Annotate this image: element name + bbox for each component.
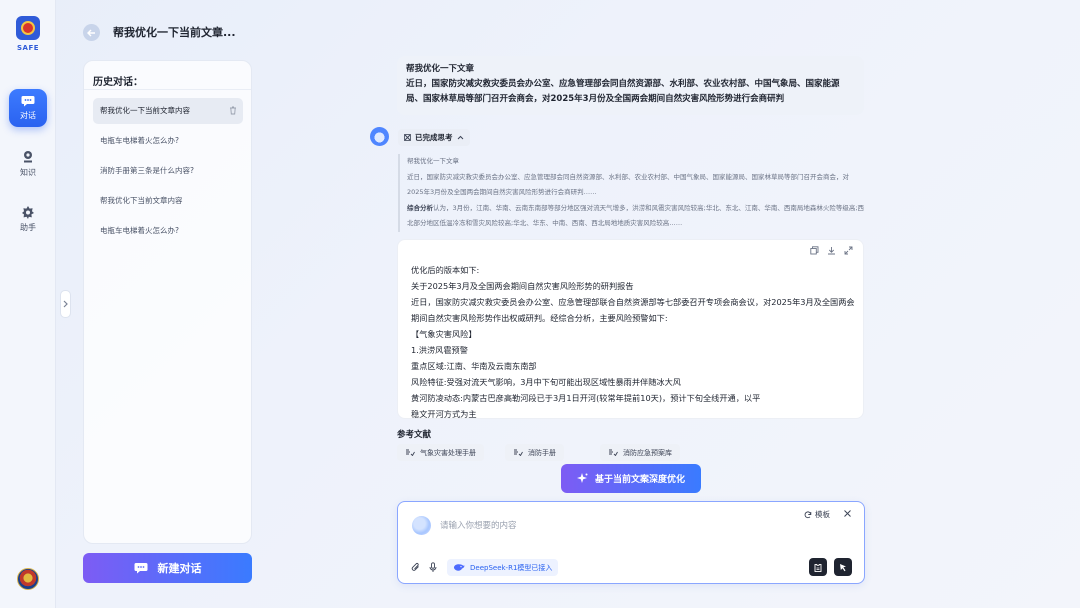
reference-icon (609, 449, 618, 456)
history-item[interactable]: 消防手册第三条是什么内容? (93, 158, 243, 184)
arrow-left-icon (87, 29, 95, 36)
user-message-line: 近日，国家防灾减灾救灾委员会办公室、应急管理部会同自然资源部、水利部、农业农村部… (406, 79, 840, 104)
sparkle-icon (576, 473, 588, 483)
history-title: 历史对话： (93, 77, 143, 88)
composer: 模板 DeepSeek-R1模型已接入 (397, 501, 865, 584)
thinking-line: 近日，国家防灾减灾救灾委员会办公室、应急管理部会同自然资源部、水利部、农业农村部… (407, 172, 849, 197)
copy-icon[interactable] (810, 246, 819, 255)
analysis-text: 认为，3月份，江南、华南、云南东南部等部分地区强对流天气增多，洪涝和风雹灾害风险… (407, 203, 865, 228)
model-badge-label: DeepSeek-R1模型已接入 (470, 563, 553, 572)
input-orb-icon (412, 516, 431, 535)
expand-icon[interactable] (844, 246, 853, 255)
thinking-icon (404, 134, 411, 141)
back-button[interactable] (83, 24, 100, 41)
reference-label: 消防手册 (528, 448, 556, 457)
reference-chip[interactable]: 消防手册 (505, 444, 564, 461)
close-icon[interactable] (843, 509, 852, 518)
history-item[interactable]: 帮我优化一下当前文章内容 (93, 98, 243, 124)
user-avatar[interactable] (17, 568, 39, 590)
answer-line: 稳文开河方式为主 (411, 409, 477, 419)
thinking-toggle[interactable]: 已完成思考 (398, 129, 470, 146)
answer-line: 黄河防凌动态:内蒙古巴彦高勒河段已于3月1日开河(较常年提前10天)，预计下旬全… (411, 393, 761, 403)
reference-chip[interactable]: 气象灾害处理手册 (397, 444, 484, 461)
new-chat-icon (134, 563, 147, 574)
chevron-up-icon (457, 135, 463, 140)
assistant-avatar (370, 127, 389, 146)
rail-item-assistant[interactable]: 助手 (9, 200, 47, 238)
chat-icon (21, 96, 35, 107)
answer-line: 风险特征:受强对流天气影响，3月中下旬可能出现区域性暴雨并伴随冰大风 (411, 377, 681, 387)
answer-content: 优化后的版本如下: 关于2025年3月及全国两会期间自然灾害风险形势的研判报告 … (411, 262, 857, 419)
answer-line: 1.洪涝风雹预警 (411, 345, 468, 355)
app-logo (16, 16, 40, 40)
answer-line: 【气象灾害风险】 (411, 329, 477, 339)
template-button[interactable]: 模板 (804, 509, 830, 520)
history-item[interactable]: 电瓶车电梯着火怎么办? (93, 218, 243, 244)
cursor-icon (840, 563, 846, 571)
history-item[interactable]: 电瓶车电梯着火怎么办? (93, 128, 243, 154)
reference-icon (514, 449, 523, 456)
deep-optimize-button[interactable]: 基于当前文案深度优化 (561, 464, 701, 493)
thinking-status: 已完成思考 (415, 133, 453, 142)
thinking-content: 帮我优化一下文章 近日，国家防灾减灾救灾委员会办公室、应急管理部会同自然资源部、… (398, 154, 864, 232)
reference-label: 气象灾害处理手册 (420, 448, 476, 457)
document-icon (814, 563, 822, 572)
trash-icon[interactable] (229, 106, 237, 115)
new-chat-label: 新建对话 (157, 562, 202, 575)
reference-label: 消防应急预案库 (623, 448, 672, 457)
history-item-label: 帮我优化一下当前文章内容 (100, 106, 190, 115)
microphone-icon[interactable] (429, 562, 437, 573)
deep-optimize-label: 基于当前文案深度优化 (594, 475, 685, 485)
history-item[interactable]: 帮我优化下当前文章内容 (93, 188, 243, 214)
answer-toolbar (810, 246, 853, 255)
model-badge[interactable]: DeepSeek-R1模型已接入 (447, 559, 559, 576)
answer-line: 近日，国家防灾减灾救灾委员会办公室、应急管理部联合自然资源部等七部委召开专项会商… (411, 297, 855, 323)
download-icon[interactable] (827, 246, 836, 255)
document-tool-button[interactable] (809, 558, 827, 576)
rail-item-label: 知识 (20, 168, 36, 177)
cursor-tool-button[interactable] (834, 558, 852, 576)
assistant-icon (22, 206, 34, 219)
history-item-label: 电瓶车电梯着火怎么办? (100, 226, 179, 235)
history-item-label: 消防手册第三条是什么内容? (100, 166, 194, 175)
history-item-label: 帮我优化下当前文章内容 (100, 196, 183, 205)
reference-icon (406, 449, 415, 456)
user-message-line: 帮我优化一下文章 (406, 64, 475, 74)
history-item-label: 电瓶车电梯着火怎么办? (100, 136, 179, 145)
collapse-panel-handle[interactable] (60, 290, 71, 318)
rail-item-label: 对话 (20, 111, 36, 120)
template-label: 模板 (815, 510, 830, 519)
new-chat-button[interactable]: 新建对话 (83, 553, 252, 583)
knowledge-icon (24, 151, 32, 163)
answer-line: 关于2025年3月及全国两会期间自然灾害风险形势的研判报告 (411, 281, 634, 291)
rail-item-knowledge[interactable]: 知识 (9, 145, 47, 183)
message-input[interactable] (440, 518, 740, 534)
chevron-right-icon (63, 300, 68, 308)
answer-card: 优化后的版本如下: 关于2025年3月及全国两会期间自然灾害风险形势的研判报告 … (397, 239, 864, 419)
analysis-label: 综合分析 (407, 203, 433, 212)
history-panel: 历史对话： 帮我优化一下当前文章内容 电瓶车电梯着火怎么办? 消防手册第三条是什… (83, 60, 252, 544)
answer-line: 优化后的版本如下: (411, 265, 480, 275)
rail-item-chat[interactable]: 对话 (9, 89, 47, 127)
reference-chip[interactable]: 消防应急预案库 (600, 444, 680, 461)
deepseek-whale-icon (453, 564, 465, 571)
user-message: 帮我优化一下文章 近日，国家防灾减灾救灾委员会办公室、应急管理部会同自然资源部、… (397, 56, 864, 115)
references-title: 参考文献 (397, 430, 432, 440)
attachment-icon[interactable] (411, 562, 421, 573)
thinking-analysis: 综合分析认为，3月份，江南、华南、云南东南部等部分地区强对流天气增多，洪涝和风雹… (407, 201, 864, 232)
thinking-line: 帮我优化一下文章 (407, 157, 459, 165)
refresh-icon (804, 510, 812, 518)
answer-line: 重点区域:江南、华南及云南东南部 (411, 361, 537, 371)
divider (84, 89, 251, 90)
left-rail: SAFE 对话 知识 助手 (0, 0, 56, 608)
rail-item-label: 助手 (20, 223, 36, 232)
page-title: 帮我优化一下当前文章... (113, 26, 236, 39)
app-brand: SAFE (16, 44, 40, 52)
